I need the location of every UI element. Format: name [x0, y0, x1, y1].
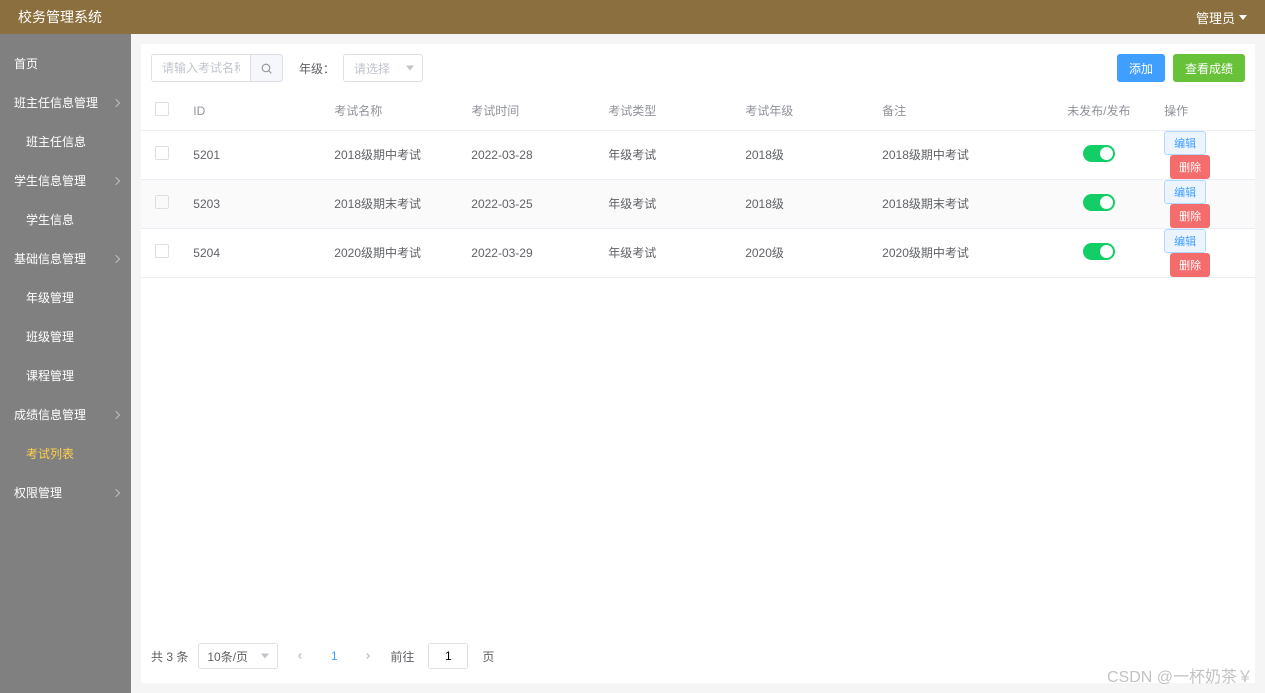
- col-time: 考试时间: [461, 92, 598, 130]
- toolbar: 年级： 请选择 添加 查看成绩: [141, 44, 1255, 92]
- search-input[interactable]: [151, 54, 251, 82]
- row-checkbox[interactable]: [155, 195, 169, 209]
- goto-prefix: 前往: [390, 648, 414, 665]
- page-1[interactable]: 1: [322, 644, 346, 668]
- chevron-left-icon: [295, 651, 305, 661]
- prev-page-button[interactable]: [288, 644, 312, 668]
- search-button[interactable]: [251, 54, 283, 82]
- grade-label: 年级：: [299, 60, 335, 77]
- sidebar-item-7[interactable]: 班级管理: [0, 317, 131, 356]
- cell-grade: 2018级: [735, 130, 872, 179]
- col-id: ID: [183, 92, 324, 130]
- sidebar-item-11[interactable]: 权限管理: [0, 473, 131, 512]
- col-remark: 备注: [872, 92, 1043, 130]
- cell-id: 5203: [183, 179, 324, 228]
- chevron-down-icon: [1239, 15, 1247, 20]
- cell-id: 5201: [183, 130, 324, 179]
- app-title: 校务管理系统: [18, 7, 102, 27]
- edit-button[interactable]: 编辑: [1164, 229, 1206, 253]
- next-page-button[interactable]: [356, 644, 380, 668]
- sidebar-item-9[interactable]: 成绩信息管理: [0, 395, 131, 434]
- sidebar-item-3[interactable]: 学生信息管理: [0, 161, 131, 200]
- total-count: 共 3 条: [151, 648, 188, 665]
- sidebar-item-10[interactable]: 考试列表: [0, 434, 131, 473]
- table-row: 52012018级期中考试2022-03-28年级考试2018级2018级期中考…: [141, 130, 1255, 179]
- sidebar-item-1[interactable]: 班主任信息管理: [0, 83, 131, 122]
- delete-button[interactable]: 删除: [1170, 253, 1210, 277]
- add-button[interactable]: 添加: [1117, 54, 1165, 82]
- edit-button[interactable]: 编辑: [1164, 131, 1206, 155]
- cell-type: 年级考试: [598, 228, 735, 277]
- delete-button[interactable]: 删除: [1170, 204, 1210, 228]
- chevron-right-icon: [363, 651, 373, 661]
- cell-type: 年级考试: [598, 130, 735, 179]
- select-all-checkbox[interactable]: [155, 102, 169, 116]
- cell-type: 年级考试: [598, 179, 735, 228]
- publish-switch[interactable]: [1083, 243, 1115, 260]
- cell-name: 2020级期中考试: [324, 228, 461, 277]
- cell-name: 2018级期中考试: [324, 130, 461, 179]
- cell-grade: 2018级: [735, 179, 872, 228]
- sidebar-item-5[interactable]: 基础信息管理: [0, 239, 131, 278]
- view-grades-button[interactable]: 查看成绩: [1173, 54, 1245, 82]
- cell-time: 2022-03-28: [461, 130, 598, 179]
- cell-time: 2022-03-29: [461, 228, 598, 277]
- publish-switch[interactable]: [1083, 145, 1115, 162]
- sidebar-item-4[interactable]: 学生信息: [0, 200, 131, 239]
- col-action: 操作: [1154, 92, 1255, 130]
- user-name: 管理员: [1196, 8, 1235, 27]
- sidebar-item-8[interactable]: 课程管理: [0, 356, 131, 395]
- pagination: 共 3 条 10条/页 1 前往 页: [141, 629, 1255, 683]
- pagesize-select[interactable]: 10条/页: [198, 643, 278, 669]
- sidebar-item-2[interactable]: 班主任信息: [0, 122, 131, 161]
- cell-remark: 2018级期中考试: [872, 130, 1043, 179]
- row-checkbox[interactable]: [155, 146, 169, 160]
- row-checkbox[interactable]: [155, 244, 169, 258]
- cell-id: 5204: [183, 228, 324, 277]
- col-grade: 考试年级: [735, 92, 872, 130]
- col-type: 考试类型: [598, 92, 735, 130]
- content: 年级： 请选择 添加 查看成绩 ID 考试名称: [131, 34, 1265, 693]
- header: 校务管理系统 管理员: [0, 0, 1265, 34]
- sidebar: 首页班主任信息管理班主任信息学生信息管理学生信息基础信息管理年级管理班级管理课程…: [0, 34, 131, 693]
- cell-remark: 2018级期末考试: [872, 179, 1043, 228]
- goto-suffix: 页: [482, 648, 494, 665]
- exam-table: ID 考试名称 考试时间 考试类型 考试年级 备注 未发布/发布 操作 5201…: [141, 92, 1255, 278]
- goto-input[interactable]: [428, 643, 468, 669]
- search-icon: [260, 62, 273, 75]
- publish-switch[interactable]: [1083, 194, 1115, 211]
- col-name: 考试名称: [324, 92, 461, 130]
- table-row: 52032018级期末考试2022-03-25年级考试2018级2018级期末考…: [141, 179, 1255, 228]
- cell-remark: 2020级期中考试: [872, 228, 1043, 277]
- col-publish: 未发布/发布: [1043, 92, 1154, 130]
- cell-name: 2018级期末考试: [324, 179, 461, 228]
- table-row: 52042020级期中考试2022-03-29年级考试2020级2020级期中考…: [141, 228, 1255, 277]
- grade-select[interactable]: 请选择: [343, 54, 423, 82]
- sidebar-item-0[interactable]: 首页: [0, 44, 131, 83]
- delete-button[interactable]: 删除: [1170, 155, 1210, 179]
- sidebar-item-6[interactable]: 年级管理: [0, 278, 131, 317]
- cell-time: 2022-03-25: [461, 179, 598, 228]
- edit-button[interactable]: 编辑: [1164, 180, 1206, 204]
- cell-grade: 2020级: [735, 228, 872, 277]
- user-menu[interactable]: 管理员: [1196, 8, 1247, 27]
